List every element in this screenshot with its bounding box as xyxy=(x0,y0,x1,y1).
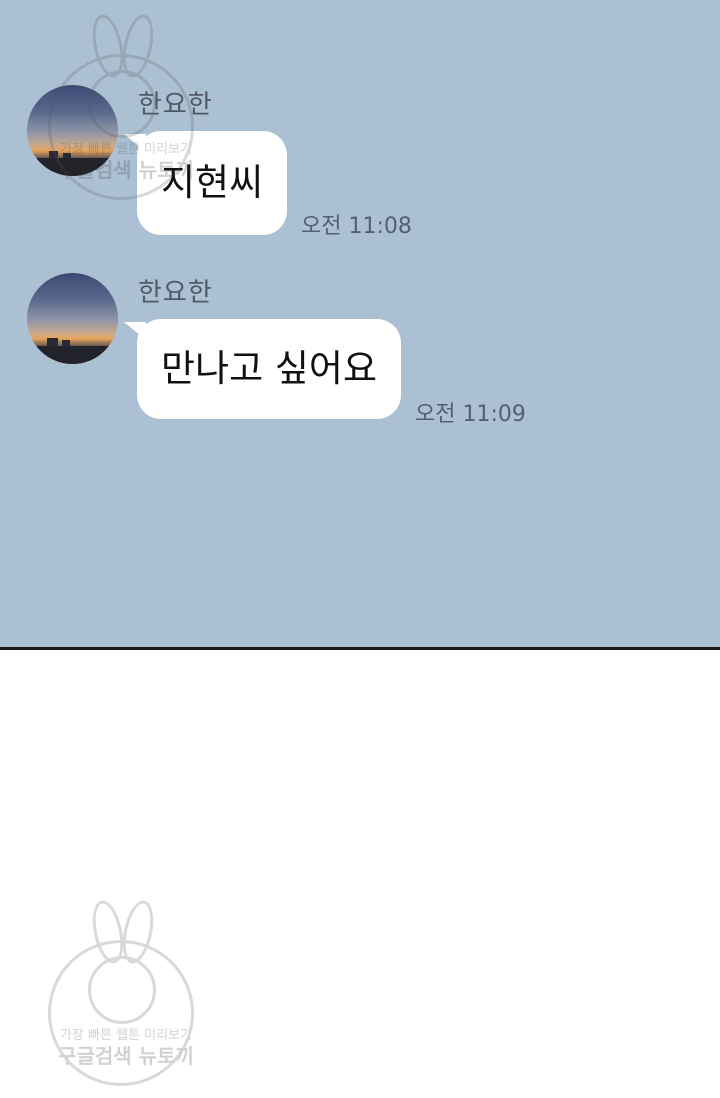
message-bubble[interactable]: 지현씨 xyxy=(137,131,288,235)
sender-avatar[interactable] xyxy=(27,85,118,176)
message-timestamp: 오전 11:09 xyxy=(415,402,526,427)
sender-name: 한요한 xyxy=(138,278,213,308)
message-timestamp: 오전 11:08 xyxy=(301,214,412,239)
message-bubble[interactable]: 만나고 싶어요 xyxy=(137,319,402,419)
sender-avatar[interactable] xyxy=(27,273,118,364)
chat-panel: 한요한 지현씨 오전 11:08 한요한 만나고 싶어요 오전 11:09 가장… xyxy=(0,0,720,647)
blank-panel xyxy=(0,650,720,1098)
sender-name: 한요한 xyxy=(138,90,213,120)
